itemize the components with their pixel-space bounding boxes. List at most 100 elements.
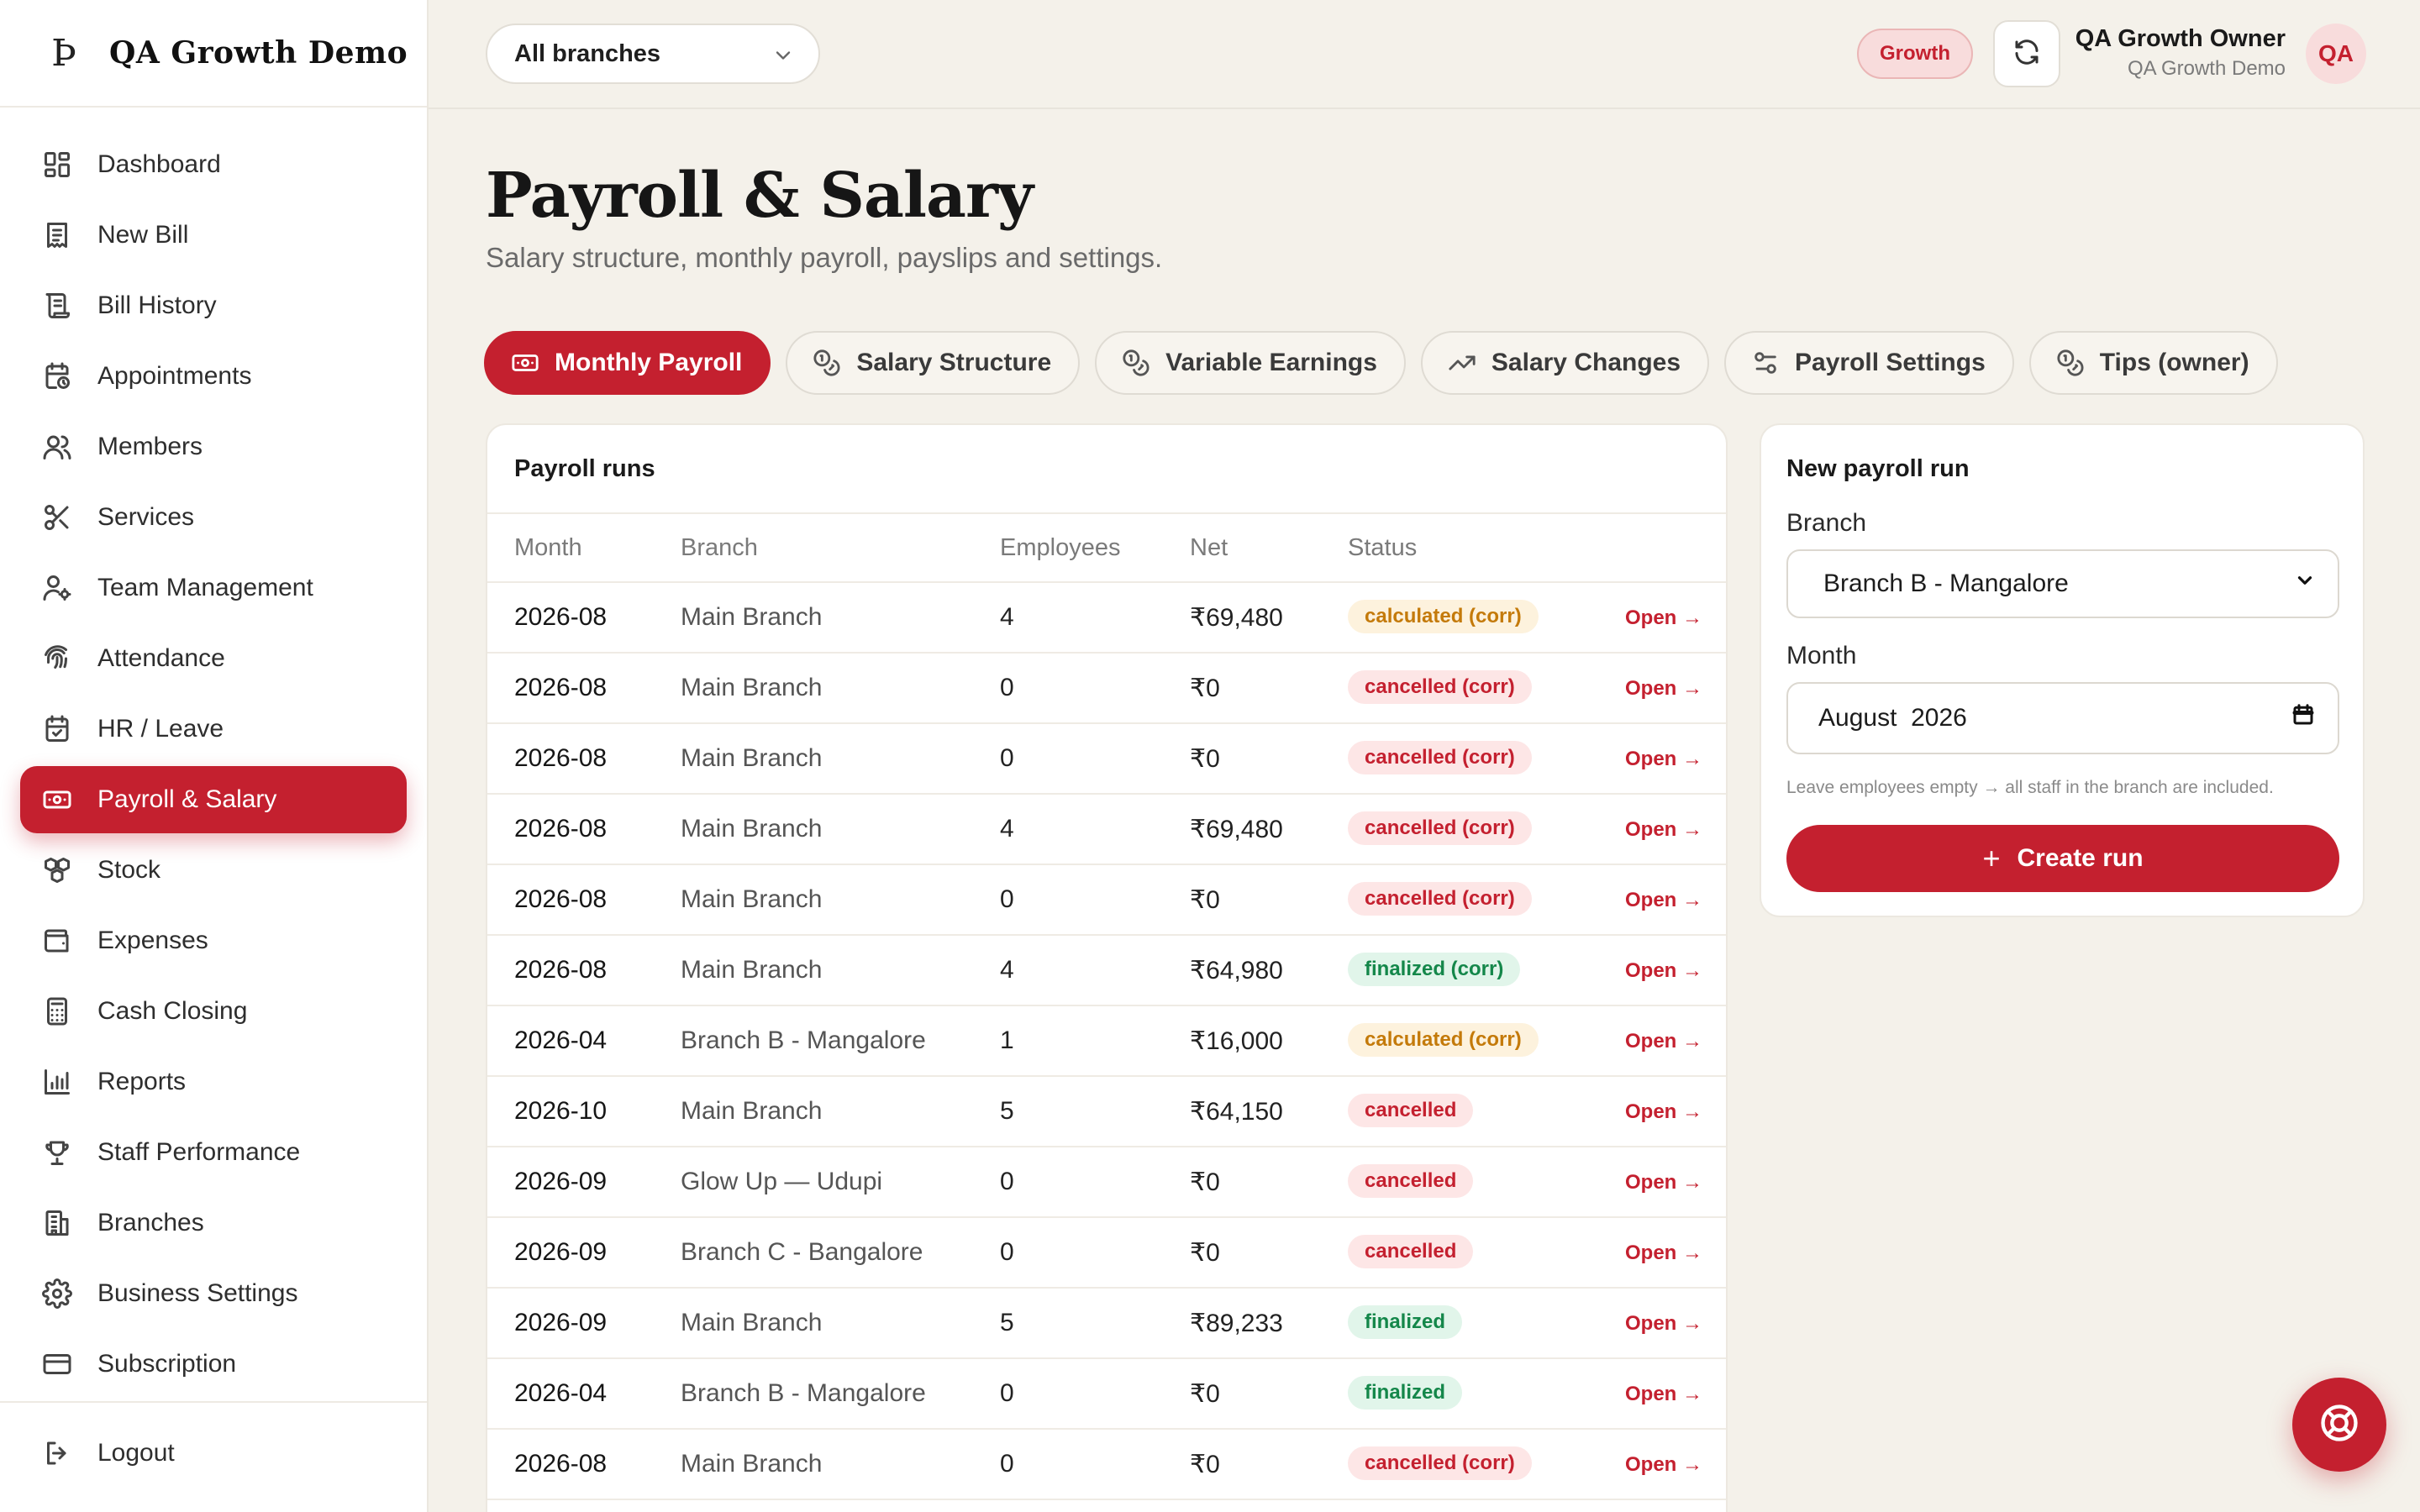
gear-icon [40, 1277, 74, 1310]
sidebar-item-subscription[interactable]: Subscription [20, 1331, 407, 1398]
sidebar-item-bill-history[interactable]: Bill History [20, 272, 407, 339]
refresh-button[interactable] [1993, 20, 2060, 87]
open-run-link[interactable]: Open → [1625, 889, 1702, 912]
tab-variable-earnings[interactable]: Variable Earnings [1095, 331, 1406, 395]
sidebar-nav: Dashboard New Bill Bill History Appointment… [0, 108, 427, 1398]
refresh-icon [2012, 37, 2042, 71]
sidebar-item-dashboard[interactable]: Dashboard [20, 131, 407, 198]
cell-net: ₹0 [1190, 1380, 1220, 1408]
plus-icon: + [1982, 841, 2001, 875]
cell-branch: Main Branch [681, 1309, 823, 1336]
open-run-link[interactable]: Open → [1625, 1171, 1702, 1194]
avatar[interactable]: QA [2306, 24, 2366, 84]
cell-net: ₹0 [1190, 675, 1220, 702]
open-run-link[interactable]: Open → [1625, 748, 1702, 771]
cell-net: ₹0 [1190, 1168, 1220, 1196]
create-run-button[interactable]: + Create run [1786, 825, 2339, 892]
create-run-label: Create run [2017, 844, 2144, 872]
tab-monthly-payroll[interactable]: Monthly Payroll [484, 331, 771, 395]
employees-hint: Leave employees empty → all staff in the… [1786, 778, 2274, 797]
open-run-link[interactable]: Open → [1625, 1100, 1702, 1124]
sidebar-item-label: HR / Leave [97, 715, 224, 743]
sidebar-item-business-settings[interactable]: Business Settings [20, 1260, 407, 1327]
sidebar-item-new-bill[interactable]: New Bill [20, 202, 407, 269]
cell-employees: 5 [1000, 1097, 1014, 1125]
sidebar-item-members[interactable]: Members [20, 413, 407, 480]
lifebuoy-icon [2317, 1401, 2361, 1449]
tab-label: Tips (owner) [2099, 349, 2249, 376]
month-input[interactable]: August 2026 [1786, 682, 2339, 754]
logout-section: Logout [0, 1401, 427, 1490]
tab-salary-changes[interactable]: Salary Changes [1420, 331, 1710, 395]
coins-icon [1122, 349, 1165, 377]
sidebar-item-attendance[interactable]: Attendance [20, 625, 407, 692]
sidebar-item-stock[interactable]: Stock [20, 837, 407, 904]
cell-month: 2026-04 [514, 1026, 608, 1054]
tab-payroll-settings[interactable]: Payroll Settings [1724, 331, 2014, 395]
sidebar-item-team-management[interactable]: Team Management [20, 554, 407, 622]
sidebar-item-payroll-salary[interactable]: Payroll & Salary [20, 766, 407, 833]
payroll-tabs: Monthly Payroll Salary Structure Variable … [484, 331, 2278, 395]
open-run-link[interactable]: Open → [1625, 1030, 1702, 1053]
calendar-icon[interactable] [2291, 702, 2316, 734]
sidebar-item-appointments[interactable]: Appointments [20, 343, 407, 410]
sidebar-item-branches[interactable]: Branches [20, 1189, 407, 1257]
table-row: 2026-09 Branch C - Bangalore 0 ₹0 cancelled O… [487, 1218, 1726, 1289]
logout-label: Logout [97, 1439, 175, 1467]
cell-branch: Main Branch [681, 885, 823, 913]
open-run-link[interactable]: Open → [1625, 1453, 1702, 1477]
help-button[interactable] [2292, 1378, 2386, 1472]
sidebar-item-hr-leave[interactable]: HR / Leave [20, 696, 407, 763]
table-row: 2026-09 Glow Up — Udupi 0 ₹0 cancelled Open → [487, 1147, 1726, 1218]
open-run-link[interactable]: Open → [1625, 818, 1702, 842]
open-run-link[interactable]: Open → [1625, 959, 1702, 983]
open-run-link[interactable]: Open → [1625, 1242, 1702, 1265]
status-badge: cancelled [1348, 1164, 1474, 1198]
payroll-runs-card: Payroll runs Month Branch Employees Net … [486, 423, 1728, 1512]
status-badge-text: cancelled [1348, 1164, 1474, 1198]
status-badge-text: cancelled [1348, 1094, 1474, 1127]
open-run-link[interactable]: Open → [1625, 606, 1702, 630]
payroll-runs-title: Payroll runs [514, 455, 655, 482]
sidebar-item-label: Services [97, 503, 195, 531]
cell-employees: 5 [1000, 1309, 1014, 1336]
sidebar-item-label: Team Management [97, 574, 313, 601]
sidebar-item-staff-performance[interactable]: Staff Performance [20, 1119, 407, 1186]
status-badge: calculated (corr) [1348, 600, 1539, 633]
cell-month: 2026-10 [514, 1097, 608, 1125]
sidebar-item-label: Staff Performance [97, 1138, 301, 1166]
table-row: 2026-08 Main Branch 0 ₹0 cancelled (corr) Ope… [487, 1430, 1726, 1500]
cell-employees: 0 [1000, 744, 1014, 772]
chevron-down-icon [2294, 570, 2316, 598]
users-icon [40, 430, 74, 464]
status-badge-text: cancelled (corr) [1348, 882, 1532, 916]
cell-branch: Branch C - Bangalore [681, 1238, 923, 1266]
sidebar-item-services[interactable]: Services [20, 484, 407, 551]
cell-branch: Branch B - Mangalore [681, 1379, 926, 1407]
branch-select[interactable]: Branch B - Mangalore [1786, 549, 2339, 618]
cell-employees: 0 [1000, 674, 1014, 701]
sidebar-item-expenses[interactable]: Expenses [20, 907, 407, 974]
tab-label: Monthly Payroll [555, 349, 743, 376]
user-name: QA Growth Owner [2075, 25, 2286, 52]
logout-button[interactable]: Logout [20, 1420, 407, 1487]
cell-month: 2026-08 [514, 744, 608, 772]
open-run-link[interactable]: Open → [1625, 677, 1702, 701]
sidebar-item-reports[interactable]: Reports [20, 1048, 407, 1116]
brand[interactable]: Þ QA Growth Demo [0, 0, 427, 108]
open-run-link[interactable]: Open → [1625, 1383, 1702, 1406]
cell-employees: 0 [1000, 1168, 1014, 1195]
cell-branch: Branch B - Mangalore [681, 1026, 926, 1054]
column-month: Month [514, 534, 582, 561]
cell-month: 2026-09 [514, 1168, 608, 1195]
sidebar-item-label: Attendance [97, 644, 225, 672]
tab-tips-owner[interactable]: Tips (owner) [2028, 331, 2278, 395]
tab-salary-structure[interactable]: Salary Structure [786, 331, 1081, 395]
sidebar-item-cash-closing[interactable]: Cash Closing [20, 978, 407, 1045]
branch-filter-select[interactable]: All branches [486, 24, 820, 84]
branch-filter-value: All branches [514, 39, 661, 67]
cell-month: 2026-08 [514, 1450, 608, 1478]
open-run-link[interactable]: Open → [1625, 1312, 1702, 1336]
status-badge: cancelled (corr) [1348, 741, 1532, 774]
chevron-down-icon [771, 44, 795, 74]
